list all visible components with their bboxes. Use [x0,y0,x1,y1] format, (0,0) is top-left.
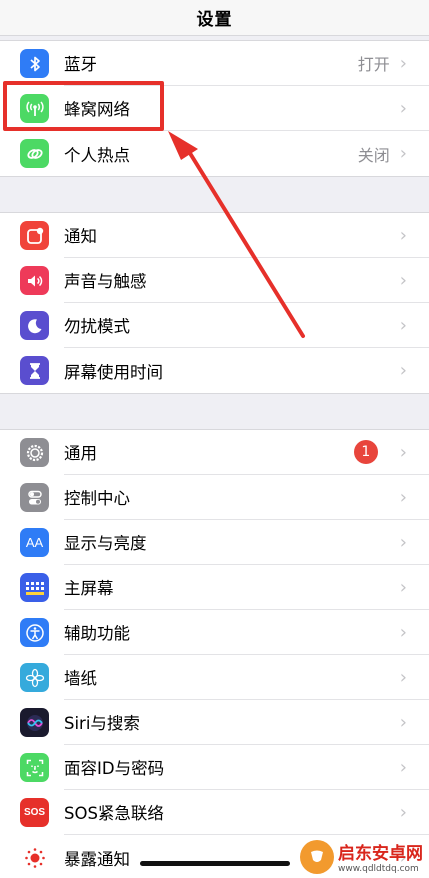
watermark: 启东安卓网 www.qdldtdq.com [300,839,423,874]
watermark-logo-icon [300,839,334,874]
watermark-url: www.qdldtdq.com [338,864,419,874]
home-indicator [140,861,290,866]
annotation-arrow [168,131,305,338]
watermark-title: 启东安卓网 [338,844,423,864]
